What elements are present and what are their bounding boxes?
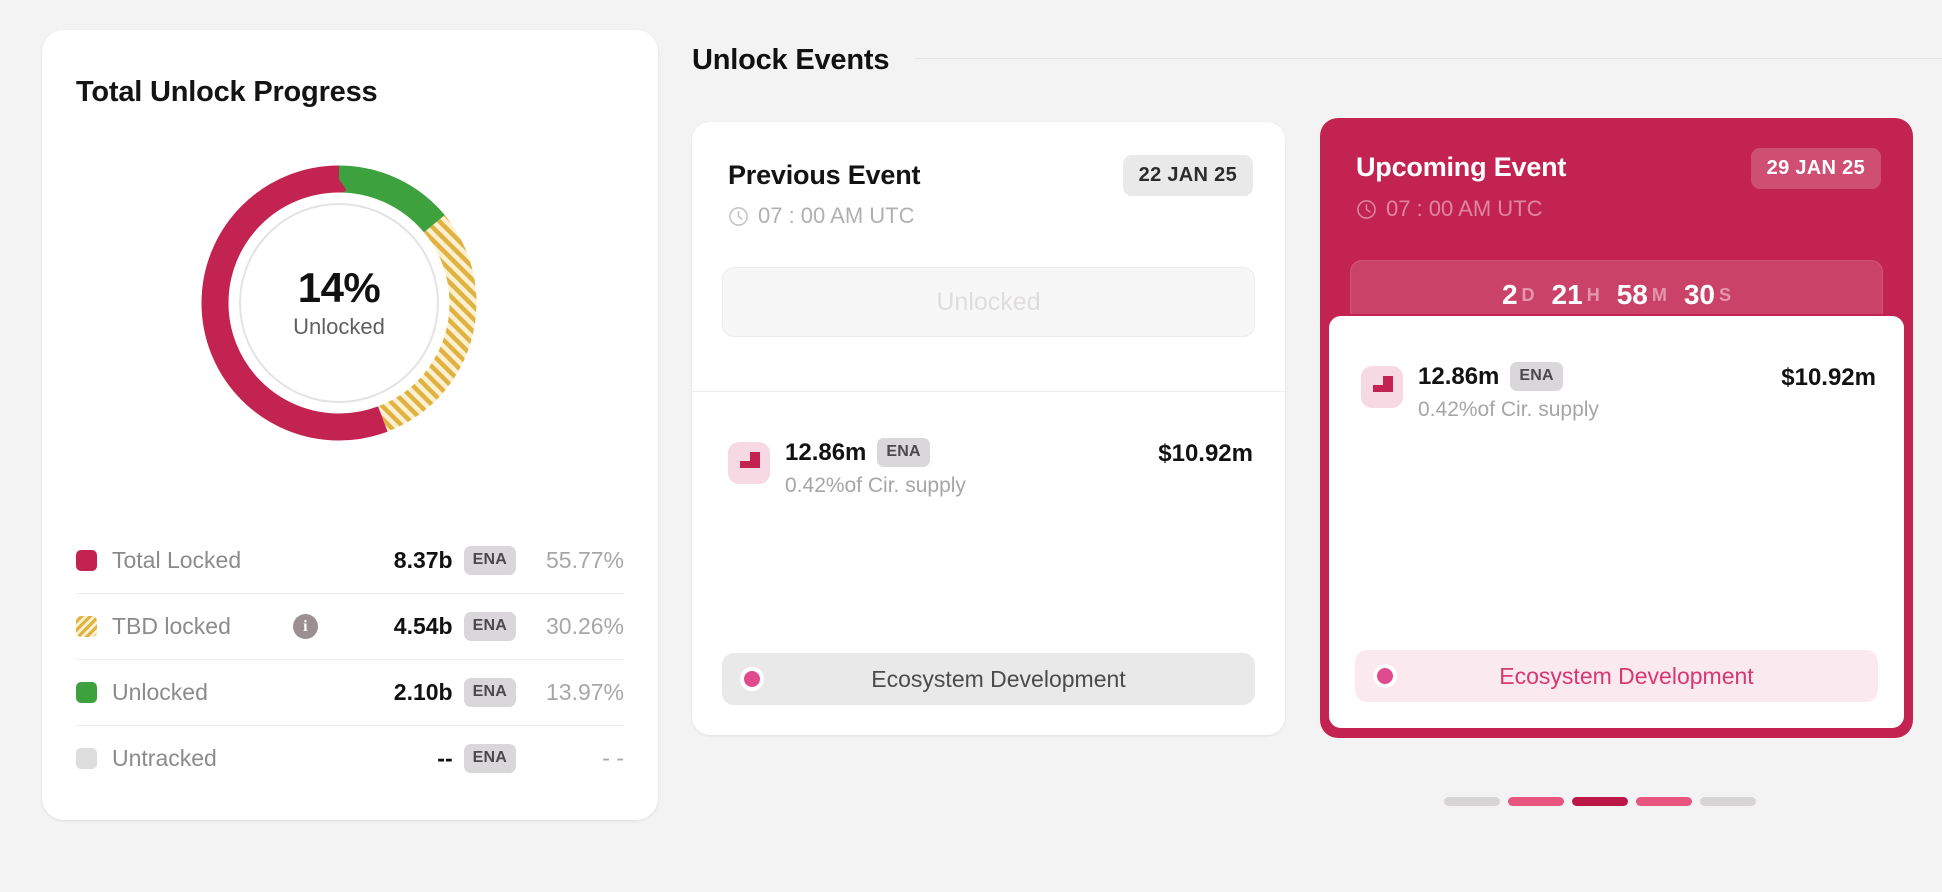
countdown-hours-unit: H <box>1586 284 1600 305</box>
legend-swatch-unlocked <box>76 682 97 703</box>
pagination-bar-active[interactable] <box>1572 797 1628 806</box>
legend-label-total-locked: Total Locked <box>112 546 242 573</box>
previous-event-category-label: Ecosystem Development <box>871 665 1126 692</box>
legend-amount-tbd-locked: 4.54b <box>393 613 453 639</box>
legend-swatch-untracked <box>76 748 97 769</box>
legend-percent-tbd-locked: 30.26% <box>545 613 624 639</box>
legend-row-tbd-locked: TBD locked i 4.54b ENA 30.26% <box>76 593 624 659</box>
legend-percent-untracked: - - <box>602 745 624 771</box>
donut-center-text: 14% Unlocked <box>193 157 485 449</box>
previous-event-unit-badge: ENA <box>877 438 930 467</box>
upcoming-event-category-label: Ecosystem Development <box>1499 662 1754 689</box>
previous-event-time: 07 : 00 AM UTC <box>728 203 915 229</box>
info-icon[interactable]: i <box>292 614 318 639</box>
previous-event-usd-value: $10.92m <box>1158 440 1253 467</box>
legend-unit-badge-total-locked: ENA <box>463 545 516 575</box>
countdown-hours: 21 <box>1551 279 1583 310</box>
unlock-legend: Total Locked 8.37b ENA 55.77% TBD locked… <box>76 527 624 791</box>
legend-unit-badge-untracked: ENA <box>463 744 516 773</box>
legend-row-untracked: Untracked -- ENA - - <box>76 725 624 791</box>
countdown-days-unit: D <box>1521 284 1535 305</box>
legend-swatch-total-locked <box>76 549 97 571</box>
upcoming-event-supply-note: 0.42%of Cir. supply <box>1418 398 1599 421</box>
legend-amount-total-locked: 8.37b <box>393 546 453 573</box>
pagination-bar-4[interactable] <box>1636 797 1692 806</box>
previous-event-date-badge: 22 JAN 25 <box>1122 155 1253 196</box>
token-glyph-icon <box>1373 376 1393 392</box>
legend-swatch-tbd-locked <box>76 616 97 637</box>
clock-icon <box>1357 199 1376 219</box>
legend-amount-untracked: -- <box>437 745 453 771</box>
token-icon <box>1361 366 1403 408</box>
legend-amount-unlocked: 2.10b <box>393 679 453 705</box>
legend-label-unlocked: Unlocked <box>112 679 208 705</box>
upcoming-event-card[interactable]: Upcoming Event 29 JAN 25 07 : 00 AM UTC … <box>1320 118 1913 738</box>
previous-event-header: Previous Event 22 JAN 25 07 : 00 AM UTC … <box>692 122 1285 392</box>
unlock-donut-chart: 14% Unlocked <box>193 157 485 449</box>
previous-event-time-text: 07 : 00 AM UTC <box>758 203 915 228</box>
legend-row-total-locked: Total Locked 8.37b ENA 55.77% <box>76 527 624 593</box>
legend-label-untracked: Untracked <box>112 745 217 771</box>
upcoming-event-amount-texts: 12.86m ENA 0.42%of Cir. supply <box>1418 362 1599 422</box>
countdown-minutes: 58 <box>1616 279 1648 310</box>
upcoming-event-title: Upcoming Event <box>1356 152 1567 182</box>
previous-event-card[interactable]: Previous Event 22 JAN 25 07 : 00 AM UTC … <box>692 122 1285 735</box>
countdown-days: 2 <box>1501 279 1518 310</box>
page-title: Total Unlock Progress <box>76 76 378 108</box>
unlock-events-title: Unlock Events <box>692 44 890 76</box>
token-icon <box>728 442 770 484</box>
pagination-bar-1[interactable] <box>1444 797 1500 806</box>
upcoming-event-usd-value: $10.92m <box>1781 364 1876 391</box>
token-glyph-icon <box>740 452 760 468</box>
unlock-dashboard: Total Unlock Progress 14% Unlocked Total… <box>0 0 1942 892</box>
total-unlock-progress-card: Total Unlock Progress 14% Unlocked Total… <box>42 30 658 820</box>
carousel-pagination[interactable] <box>1444 797 1756 806</box>
upcoming-event-date-badge: 29 JAN 25 <box>1750 148 1881 189</box>
previous-event-title: Previous Event <box>728 160 921 190</box>
legend-percent-total-locked: 55.77% <box>545 546 624 573</box>
legend-row-unlocked: Unlocked 2.10b ENA 13.97% <box>76 659 624 725</box>
donut-percent-value: 14% <box>297 263 381 311</box>
countdown-seconds-unit: S <box>1719 284 1732 305</box>
previous-event-amount-row: 12.86m ENA 0.42%of Cir. supply $10.92m <box>728 438 1253 498</box>
legend-percent-unlocked: 13.97% <box>545 679 624 705</box>
donut-percent-label: Unlocked <box>293 314 385 340</box>
previous-event-amount: 12.86m <box>785 438 867 466</box>
previous-event-amount-texts: 12.86m ENA 0.42%of Cir. supply <box>785 438 966 498</box>
legend-unit-badge-unlocked: ENA <box>463 678 516 707</box>
pagination-bar-2[interactable] <box>1508 797 1564 806</box>
upcoming-event-amount: 12.86m <box>1418 362 1500 390</box>
upcoming-event-time-text: 07 : 00 AM UTC <box>1386 196 1543 221</box>
upcoming-event-category-chip[interactable]: Ecosystem Development <box>1355 650 1878 702</box>
category-dot-icon <box>1377 668 1393 684</box>
upcoming-event-amount-row: 12.86m ENA 0.42%of Cir. supply $10.92m <box>1361 362 1876 422</box>
clock-icon <box>729 206 748 226</box>
previous-event-category-chip[interactable]: Ecosystem Development <box>722 653 1255 705</box>
legend-label-tbd-locked: TBD locked <box>112 613 231 639</box>
section-divider <box>915 58 1942 59</box>
upcoming-event-unit-badge: ENA <box>1510 362 1563 391</box>
previous-event-status-button: Unlocked <box>722 267 1255 337</box>
previous-event-amount-line: 12.86m ENA <box>785 438 966 467</box>
upcoming-event-amount-line: 12.86m ENA <box>1418 362 1599 391</box>
upcoming-event-inner-panel: 12.86m ENA 0.42%of Cir. supply $10.92m E… <box>1327 314 1906 730</box>
upcoming-event-time: 07 : 00 AM UTC <box>1356 196 1543 222</box>
category-dot-icon <box>744 671 760 687</box>
countdown-minutes-unit: M <box>1651 284 1667 305</box>
pagination-bar-5[interactable] <box>1700 797 1756 806</box>
countdown-seconds: 30 <box>1683 279 1716 310</box>
legend-unit-badge-tbd-locked: ENA <box>463 612 516 641</box>
previous-event-supply-note: 0.42%of Cir. supply <box>785 474 966 497</box>
